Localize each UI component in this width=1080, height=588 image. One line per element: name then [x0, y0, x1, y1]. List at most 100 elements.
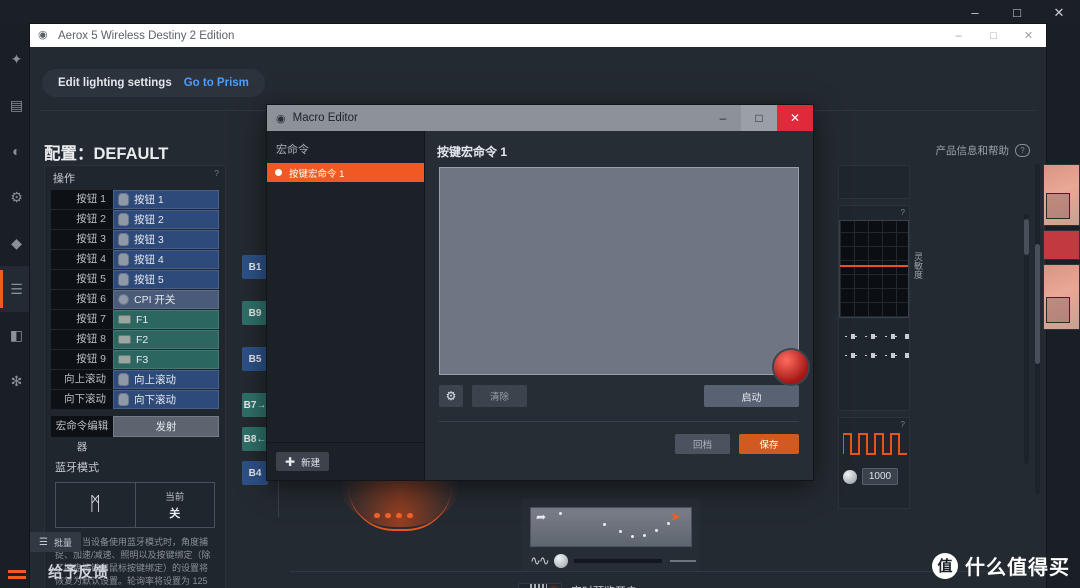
- app-maximize-button[interactable]: □: [976, 24, 1011, 47]
- macro-editor-titlebar: ◉ Macro Editor – □ ✕: [267, 105, 813, 131]
- bluetooth-state-label: 当前: [165, 492, 185, 503]
- button-marker[interactable]: B8←: [242, 427, 268, 451]
- rail-logo: [0, 567, 34, 582]
- record-button[interactable]: [774, 350, 808, 384]
- rail-icon-settings[interactable]: ☰: [0, 266, 34, 312]
- sensitivity-panel: ? 灵敏度: [838, 205, 923, 411]
- macro-list-item[interactable]: 按键宏命令 1: [267, 163, 424, 182]
- slider-knob[interactable]: [553, 554, 568, 568]
- button-binding-value[interactable]: 按钮 1: [113, 190, 219, 209]
- actions-panel: 操作 ? 按钮 1 按钮 1 按钮 2 按钮 2 按钮 3 按钮 3 按钮 4 按钮 4 按钮 …: [44, 165, 226, 588]
- button-marker[interactable]: B7→: [242, 393, 268, 417]
- rail-icon-home[interactable]: ✦: [0, 36, 34, 82]
- button-binding-value-label: 按钮 1: [134, 194, 164, 206]
- button-binding-value-label: CPI 开关: [134, 294, 176, 306]
- inner-scrollbar-thumb[interactable]: [1024, 219, 1029, 255]
- bluetooth-state-half[interactable]: 当前 关: [134, 483, 215, 527]
- button-binding-value[interactable]: CPI 开关: [113, 290, 219, 309]
- button-binding-row: 向上滚动 向上滚动: [51, 370, 219, 389]
- cpi-stage-track-1[interactable]: [845, 334, 909, 339]
- mouse-icon: [118, 273, 129, 286]
- app-window-controls: – □ ✕: [941, 24, 1046, 47]
- polling-rate-panel: ? 1000: [838, 417, 910, 509]
- polling-knob[interactable]: [843, 469, 857, 484]
- button-markers: B1 B9 B5 B7→ B8← B4: [236, 147, 282, 507]
- button-binding-value[interactable]: 按钮 5: [113, 270, 219, 289]
- screen-root: – □ ✕ ✦ ▤ ◐ ⚙ ◆ ☰ ◧ ✻ ◉ Aerox 5 Wireless…: [0, 0, 1080, 588]
- button-binding-value-label: 向上滚动: [134, 374, 176, 386]
- button-binding-value[interactable]: F2: [113, 330, 219, 349]
- macro-editor-close-button[interactable]: ✕: [777, 105, 813, 131]
- rail-icon-engine[interactable]: ⚙: [0, 174, 34, 220]
- polling-rate-value[interactable]: 1000: [862, 468, 898, 485]
- button-binding-value[interactable]: 向下滚动: [113, 390, 219, 409]
- button-binding-value[interactable]: F3: [113, 350, 219, 369]
- macro-list-footer: ✚ 新建: [267, 442, 424, 480]
- clear-button[interactable]: 清除: [472, 385, 527, 407]
- macro-editor-maximize-button[interactable]: □: [741, 105, 777, 131]
- sensitivity-label: 灵敏度: [913, 252, 923, 279]
- gear-icon[interactable]: ⚙: [439, 385, 463, 407]
- button-marker[interactable]: B5: [242, 347, 268, 371]
- watermark-logo: 值: [932, 552, 958, 579]
- button-binding-value[interactable]: F1: [113, 310, 219, 329]
- sensitivity-help-icon[interactable]: ?: [901, 208, 905, 217]
- realtime-preview-toggle[interactable]: [518, 583, 562, 588]
- preview-smoothing-slider[interactable]: ∿∿: [530, 553, 696, 569]
- sensitivity-curve: [840, 265, 908, 268]
- keyboard-icon: [118, 315, 131, 324]
- start-button[interactable]: 启动: [704, 385, 799, 407]
- button-binding-list: 按钮 1 按钮 1 按钮 2 按钮 2 按钮 3 按钮 3 按钮 4 按钮 4 按钮 5 按钮 5…: [45, 190, 225, 409]
- button-binding-name: 按钮 2: [51, 210, 113, 229]
- rail-icon-lighting[interactable]: ◐: [0, 128, 34, 174]
- keyboard-icon: [118, 335, 131, 344]
- button-binding-value[interactable]: 向上滚动: [113, 370, 219, 389]
- right-panel-top: [838, 165, 910, 199]
- revert-button[interactable]: 回档: [675, 434, 730, 454]
- page-scrollbar-thumb[interactable]: [1035, 244, 1040, 364]
- slider-track[interactable]: [573, 559, 696, 563]
- go-to-prism-link[interactable]: Go to Prism: [184, 77, 249, 89]
- wave-icon: ∿∿: [530, 553, 550, 568]
- app-titlebar: ◉ Aerox 5 Wireless Destiny 2 Edition – □…: [30, 24, 1046, 47]
- app-close-button[interactable]: ✕: [1011, 24, 1046, 47]
- sensitivity-chart[interactable]: [839, 220, 909, 318]
- bluetooth-toggle-box[interactable]: ᛗ 当前 关: [55, 482, 215, 528]
- os-close-button[interactable]: ✕: [1038, 0, 1080, 24]
- mouse-led-decor: [374, 513, 413, 518]
- fire-action-button[interactable]: 发射: [113, 416, 219, 437]
- app-minimize-button[interactable]: –: [941, 24, 976, 47]
- batch-button[interactable]: ☰ 批量: [30, 532, 81, 552]
- rail-icon-devices[interactable]: ▤: [0, 82, 34, 128]
- rail-icon-help[interactable]: ✻: [0, 358, 34, 404]
- button-binding-row: 向下滚动 向下滚动: [51, 390, 219, 409]
- list-icon: ☰: [39, 536, 48, 548]
- actions-help-icon[interactable]: ?: [215, 169, 219, 178]
- os-window-titlebar: – □ ✕: [0, 0, 1080, 24]
- help-bubble-icon: ?: [1015, 144, 1030, 157]
- macro-editor-title: Macro Editor: [292, 112, 358, 124]
- macro-sequence-canvas[interactable]: [439, 167, 808, 384]
- realtime-preview-row[interactable]: 实时预览开启: [518, 583, 637, 588]
- lighting-settings-pill[interactable]: Edit lighting settings Go to Prism: [42, 69, 265, 97]
- button-binding-value[interactable]: 按钮 3: [113, 230, 219, 249]
- polling-rate-row[interactable]: 1000: [839, 468, 909, 493]
- os-maximize-button[interactable]: □: [996, 0, 1038, 24]
- button-binding-row: 按钮 1 按钮 1: [51, 190, 219, 209]
- button-marker[interactable]: B4: [242, 461, 268, 485]
- save-button[interactable]: 保存: [739, 434, 799, 454]
- rail-icon-macro[interactable]: ◆: [0, 220, 34, 266]
- button-binding-name: 按钮 9: [51, 350, 113, 369]
- button-binding-value[interactable]: 按钮 2: [113, 210, 219, 229]
- bluetooth-icon-half[interactable]: ᛗ: [56, 483, 135, 527]
- macro-editor-minimize-button[interactable]: –: [705, 105, 741, 131]
- give-feedback-title[interactable]: 给予反馈: [48, 561, 108, 582]
- os-minimize-button[interactable]: –: [954, 0, 996, 24]
- rail-icon-stats[interactable]: ◧: [0, 312, 34, 358]
- button-marker[interactable]: B9: [242, 301, 268, 325]
- button-binding-value[interactable]: 按钮 4: [113, 250, 219, 269]
- product-help-link[interactable]: 产品信息和帮助 ?: [936, 143, 1030, 158]
- cpi-stage-track-2[interactable]: [845, 353, 909, 358]
- button-marker[interactable]: B1: [242, 255, 268, 279]
- new-macro-button[interactable]: ✚ 新建: [276, 452, 330, 471]
